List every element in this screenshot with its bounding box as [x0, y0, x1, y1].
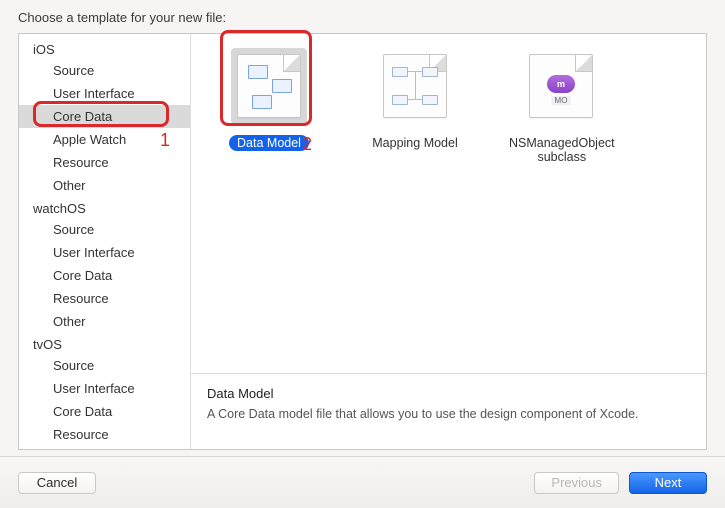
sidebar-item-resource[interactable]: Resource [19, 151, 190, 174]
cancel-button[interactable]: Cancel [18, 472, 96, 494]
template-description: Data Model A Core Data model file that a… [191, 373, 706, 449]
template-label: Data Model [229, 135, 309, 151]
dialog-body: iOSSourceUser InterfaceCore DataApple Wa… [18, 33, 707, 450]
sidebar-item-resource[interactable]: Resource [19, 287, 190, 310]
template-label: Mapping Model [364, 135, 465, 151]
template-main-panel: Data Model Mapping Model mMO NSManagedObjec… [191, 34, 706, 449]
description-title: Data Model [207, 386, 690, 401]
sidebar-item-source[interactable]: Source [19, 354, 190, 377]
data-model-icon [231, 48, 307, 124]
next-button[interactable]: Next [629, 472, 707, 494]
sidebar-item-source[interactable]: Source [19, 218, 190, 241]
sidebar-section-ios[interactable]: iOS [19, 38, 190, 59]
template-category-sidebar[interactable]: iOSSourceUser InterfaceCore DataApple Wa… [19, 34, 191, 449]
sidebar-item-user-interface[interactable]: User Interface [19, 82, 190, 105]
sidebar-section-watchos[interactable]: watchOS [19, 197, 190, 218]
dialog-title: Choose a template for your new file: [18, 10, 226, 25]
previous-button[interactable]: Previous [534, 472, 619, 494]
template-data-model[interactable]: Data Model [209, 48, 329, 151]
sidebar-item-core-data[interactable]: Core Data [19, 264, 190, 287]
sidebar-section-tvos[interactable]: tvOS [19, 333, 190, 354]
template-nsmanagedobject[interactable]: mMO NSManagedObject subclass [501, 48, 621, 165]
template-grid: Data Model Mapping Model mMO NSManagedObjec… [191, 34, 706, 373]
sidebar-item-other[interactable]: Other [19, 174, 190, 197]
sidebar-item-core-data[interactable]: Core Data [19, 400, 190, 423]
new-file-template-dialog: Choose a template for your new file: iOS… [0, 0, 725, 508]
mapping-model-icon [377, 48, 453, 124]
template-label: NSManagedObject subclass [501, 135, 623, 165]
sidebar-item-core-data[interactable]: Core Data [19, 105, 190, 128]
sidebar-item-other[interactable]: Other [19, 310, 190, 333]
sidebar-item-apple-watch[interactable]: Apple Watch [19, 128, 190, 151]
dialog-footer: Cancel Previous Next [0, 456, 725, 508]
sidebar-item-source[interactable]: Source [19, 59, 190, 82]
template-mapping-model[interactable]: Mapping Model [355, 48, 475, 151]
sidebar-item-user-interface[interactable]: User Interface [19, 377, 190, 400]
description-body: A Core Data model file that allows you t… [207, 407, 690, 421]
nsmanagedobject-icon: mMO [523, 48, 599, 124]
dialog-header: Choose a template for your new file: [0, 0, 725, 33]
sidebar-item-resource[interactable]: Resource [19, 423, 190, 446]
sidebar-item-user-interface[interactable]: User Interface [19, 241, 190, 264]
